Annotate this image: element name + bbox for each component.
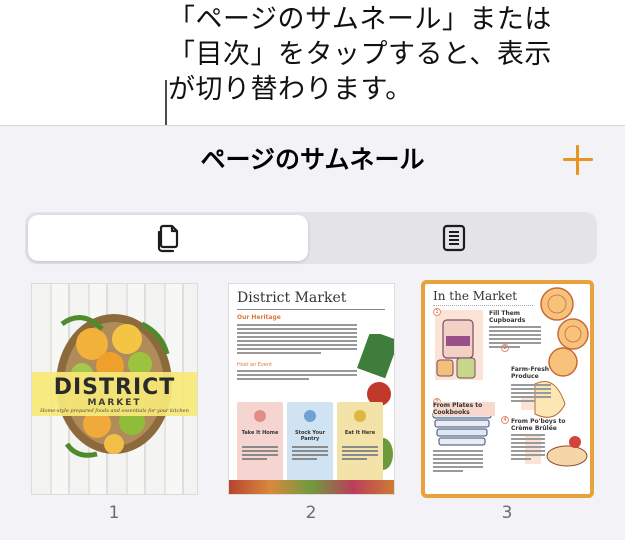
card-take-it-home: Take It Home [237,402,283,484]
page-number-2: 2 [305,503,317,523]
section-number: 1 [433,308,441,316]
house-icon [254,410,266,422]
page2-subheading: Host an Event [237,362,273,368]
view-segmented-control [25,212,597,264]
section-text-lines [511,434,545,462]
section-heading: Farm-Fresh Produce [511,366,550,380]
body-text-lines-2 [237,370,357,382]
card-label: Eat It Here [344,430,376,436]
page-thumbnail-3[interactable]: In the Market 1 2 3 4 Fill Them Cupboard… [425,284,590,494]
page-thumbnails-icon [157,224,179,253]
title-rule [237,309,385,310]
panel-title: ページのサムネール [200,145,425,174]
section-heading: Fill Them Cupboards [489,310,526,324]
section-heading: From Plates to Cookbooks [433,402,495,416]
cover-subtitle: MARKET [87,398,142,408]
page-thumbnail-1[interactable]: DISTRICT MARKET Home-style prepared food… [32,284,197,494]
card-stock-your-pantry: Stock Your Pantry [287,402,333,484]
card-eat-it-here: Eat It Here [337,402,383,484]
card-label: Take It Home [241,430,279,436]
section-text-lines [511,384,551,404]
cover-title: DISTRICT [53,375,176,400]
table-of-contents-segment[interactable] [314,215,594,261]
body-text-lines [237,324,357,356]
callout-text: 「ページのサムネール」または 「目次」をタップすると、表示 が切り替わります。 [168,4,552,105]
table-of-contents-icon [442,224,466,252]
page2-heading: Our Heritage [237,314,281,321]
page-thumbnails-segment[interactable] [28,215,308,261]
add-page-button[interactable] [560,142,596,178]
page-thumbnail-2[interactable]: District Market Our Heritage Host an Eve… [229,284,394,494]
page-number-1: 1 [108,503,120,523]
section-text-lines [433,450,483,474]
section-heading: From Po'boys to Crème Brûlée [511,418,566,432]
page2-title: District Market [237,290,347,306]
card-label: Stock Your Pantry [294,430,326,442]
section-number: 4 [501,416,509,424]
plate-icon [304,410,316,422]
cover-tagline: Home-style prepared foods and essentials… [40,408,189,414]
section-text-lines [489,326,541,350]
produce-strip-image [229,480,394,494]
pot-icon [354,410,366,422]
page-number-3: 3 [501,503,513,523]
